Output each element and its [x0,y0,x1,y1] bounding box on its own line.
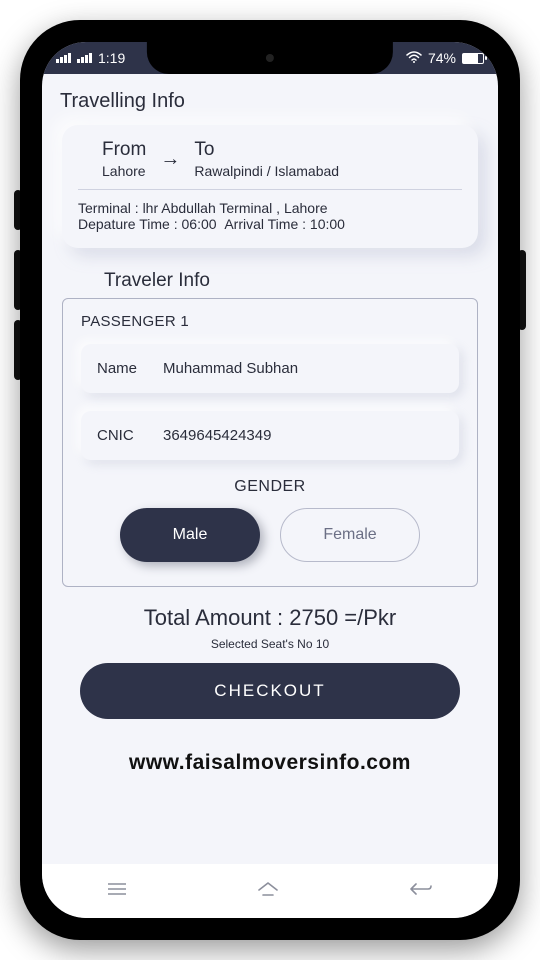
passenger-card: PASSENGER 1 Name CNIC GENDER [62,298,478,587]
android-nav-bar [42,864,498,918]
cnic-label: CNIC [97,427,149,444]
selected-seat: Selected Seat's No 10 [56,637,484,651]
travelling-info-title: Travelling Info [60,90,480,113]
passenger-heading: PASSENGER 1 [81,313,459,330]
name-field[interactable]: Name [81,344,459,393]
back-icon[interactable] [408,881,434,902]
checkout-button[interactable]: CHECKOUT [80,663,460,719]
wifi-icon [406,50,422,67]
terminal-line: Terminal : lhr Abdullah Terminal , Lahor… [78,200,462,216]
arrow-right-icon: → [160,148,180,171]
route-card: From Lahore → To Rawalpindi / Islamabad … [62,125,478,248]
status-time: 1:19 [98,50,125,66]
gender-female-button[interactable]: Female [280,508,420,562]
name-input[interactable] [163,360,443,377]
from-value: Lahore [102,163,146,179]
battery-pct: 74% [428,50,456,66]
gender-label: GENDER [81,478,459,496]
home-icon[interactable] [256,880,280,903]
total-amount: Total Amount : 2750 =/Pkr [56,605,484,631]
site-url: www.faisalmoversinfo.com [56,751,484,775]
phone-notch [147,42,393,74]
cnic-input[interactable] [163,427,299,444]
signal-icon [56,53,71,63]
from-label: From [102,139,146,161]
cnic-field[interactable]: CNIC [81,411,459,460]
signal-icon [77,53,92,63]
to-label: To [194,139,339,161]
phone-mock: 1:19 74% Travelling Info [20,20,520,940]
traveler-info-title: Traveler Info [104,270,484,292]
name-label: Name [97,360,149,377]
gender-male-button[interactable]: Male [120,508,260,562]
recents-icon[interactable] [106,881,128,902]
to-value: Rawalpindi / Islamabad [194,163,339,179]
times-line: Depature Time : 06:00 Arrival Time : 10:… [78,216,462,232]
battery-icon [462,53,484,64]
